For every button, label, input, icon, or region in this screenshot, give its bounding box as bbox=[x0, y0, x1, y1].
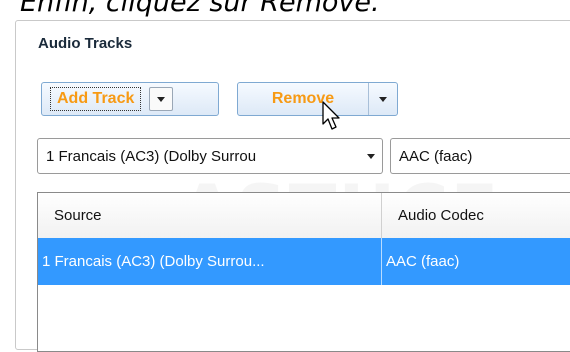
mouse-pointer-icon bbox=[322, 101, 340, 130]
remove-dropdown-button[interactable] bbox=[368, 83, 397, 115]
cell-source: 1 Francais (AC3) (Dolby Surrou... bbox=[38, 238, 382, 285]
tutorial-caption: Enfin, cliquez sur Remove. bbox=[20, 0, 380, 18]
chevron-down-icon bbox=[367, 153, 375, 159]
remove-split-button[interactable]: Remove bbox=[237, 82, 398, 116]
cell-audio-codec: AAC (faac) bbox=[386, 253, 460, 270]
chevron-down-icon bbox=[157, 96, 166, 102]
remove-button[interactable]: Remove bbox=[238, 83, 368, 115]
add-track-dropdown-button[interactable] bbox=[149, 87, 174, 111]
table-row[interactable]: 1 Francais (AC3) (Dolby Surrou... AAC (f… bbox=[38, 238, 570, 285]
track-selector-value: 1 Francais (AC3) (Dolby Surrou bbox=[46, 147, 257, 165]
column-header-source[interactable]: Source bbox=[38, 193, 382, 238]
add-track-button[interactable]: Add Track bbox=[42, 83, 149, 115]
audio-tracks-table[interactable]: Source Audio Codec 1 Francais (AC3) (Dol… bbox=[37, 192, 570, 352]
section-title: Audio Tracks bbox=[38, 35, 133, 52]
codec-selector[interactable]: AAC (faac) bbox=[390, 138, 570, 174]
track-selector[interactable]: 1 Francais (AC3) (Dolby Surrou bbox=[37, 138, 383, 174]
codec-selector-value: AAC (faac) bbox=[399, 147, 473, 165]
column-header-audio-codec[interactable]: Audio Codec bbox=[382, 193, 570, 238]
table-header: Source Audio Codec bbox=[38, 193, 570, 239]
add-track-split-button[interactable]: Add Track bbox=[41, 82, 219, 116]
add-track-label: Add Track bbox=[50, 87, 142, 111]
chevron-down-icon bbox=[379, 96, 387, 102]
track-selector-dropdown[interactable] bbox=[360, 153, 382, 159]
